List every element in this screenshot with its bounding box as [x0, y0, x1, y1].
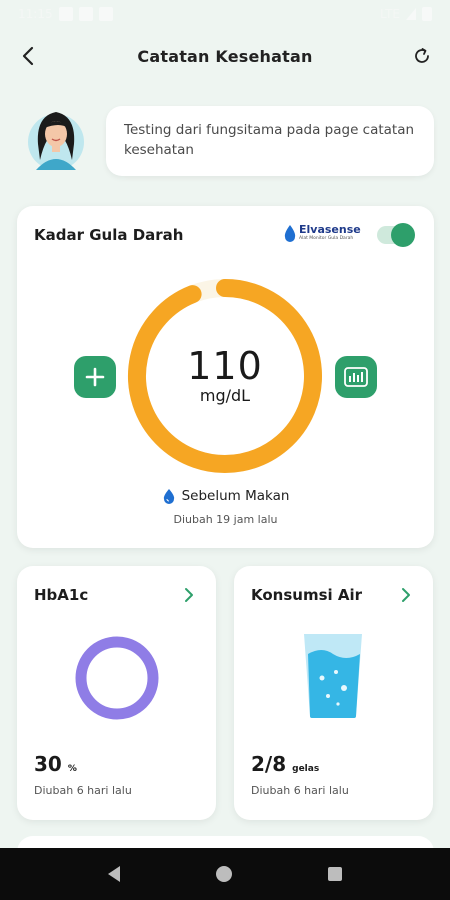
greeting-row: Testing dari fungsitama pada page catata… — [26, 104, 436, 180]
notification-icon — [58, 7, 73, 21]
status-time: 11:15 — [18, 7, 53, 21]
meal-status-label: Sebelum Makan — [181, 488, 290, 504]
glucose-title: Kadar Gula Darah — [34, 226, 184, 244]
app-header: Catatan Kesehatan — [0, 36, 450, 76]
add-reading-button[interactable] — [74, 356, 116, 398]
glucose-unit: mg/dL — [199, 386, 251, 405]
nav-home-icon[interactable] — [216, 866, 232, 882]
chevron-right-icon[interactable] — [180, 586, 198, 604]
refresh-icon — [415, 48, 429, 63]
network-label: LTE — [380, 7, 400, 21]
glucose-stats-button[interactable] — [335, 356, 377, 398]
hba1c-title: HbA1c — [34, 586, 89, 604]
glucose-value: 110 — [187, 344, 263, 388]
hba1c-ring — [75, 636, 159, 720]
elvasense-logo: Elvasense Alat Monitor Gula Darah — [283, 222, 361, 246]
water-title: Konsumsi Air — [251, 586, 363, 604]
water-glass-icon — [304, 634, 362, 718]
back-button[interactable] — [14, 42, 42, 70]
water-unit: gelas — [292, 764, 320, 774]
water-value: 2/8 — [251, 752, 287, 776]
status-left: 11:15 — [18, 7, 113, 21]
glucose-card: Kadar Gula Darah Elvasense Alat Monitor … — [17, 206, 434, 548]
avatar — [28, 112, 84, 170]
status-bar: 11:15 LTE — [0, 0, 450, 28]
nav-back-icon[interactable] — [108, 866, 120, 882]
water-drop-icon — [163, 489, 174, 504]
water-drop-icon — [284, 225, 296, 242]
notification-icon — [98, 7, 113, 21]
glucose-toggle[interactable] — [377, 223, 415, 247]
hba1c-card[interactable]: HbA1c 30 % Diubah 6 hari lalu — [17, 566, 216, 820]
water-metric: 2/8 gelas — [251, 752, 319, 776]
glucose-updated: Diubah 19 jam lalu — [173, 513, 278, 526]
notification-icon — [78, 7, 93, 21]
refresh-button[interactable] — [408, 42, 436, 70]
water-card[interactable]: Konsumsi Air 2/8 gelas Diubah 6 hari lal… — [234, 566, 433, 820]
hba1c-updated: Diubah 6 hari lalu — [34, 784, 132, 797]
battery-icon — [422, 7, 432, 21]
toggle-knob — [391, 223, 415, 247]
brand-name: Elvasense — [299, 223, 361, 236]
brand-tagline: Alat Monitor Gula Darah — [299, 236, 354, 241]
nav-recents-icon[interactable] — [328, 867, 342, 881]
bar-chart-icon — [344, 367, 368, 387]
hba1c-unit: % — [67, 764, 77, 774]
plus-icon — [85, 367, 105, 387]
chevron-right-icon[interactable] — [397, 586, 415, 604]
signal-icon — [406, 8, 416, 20]
hba1c-metric: 30 % — [34, 752, 77, 776]
meal-status: Sebelum Makan — [17, 488, 434, 504]
hba1c-value: 30 — [34, 752, 62, 776]
arrow-left-icon — [22, 46, 34, 66]
greeting-bubble: Testing dari fungsitama pada page catata… — [106, 106, 434, 176]
page-title: Catatan Kesehatan — [137, 46, 313, 66]
status-right: LTE — [380, 7, 432, 21]
glucose-gauge: 110 mg/dL — [123, 274, 327, 478]
water-updated: Diubah 6 hari lalu — [251, 784, 349, 797]
system-nav-bar — [0, 848, 450, 900]
